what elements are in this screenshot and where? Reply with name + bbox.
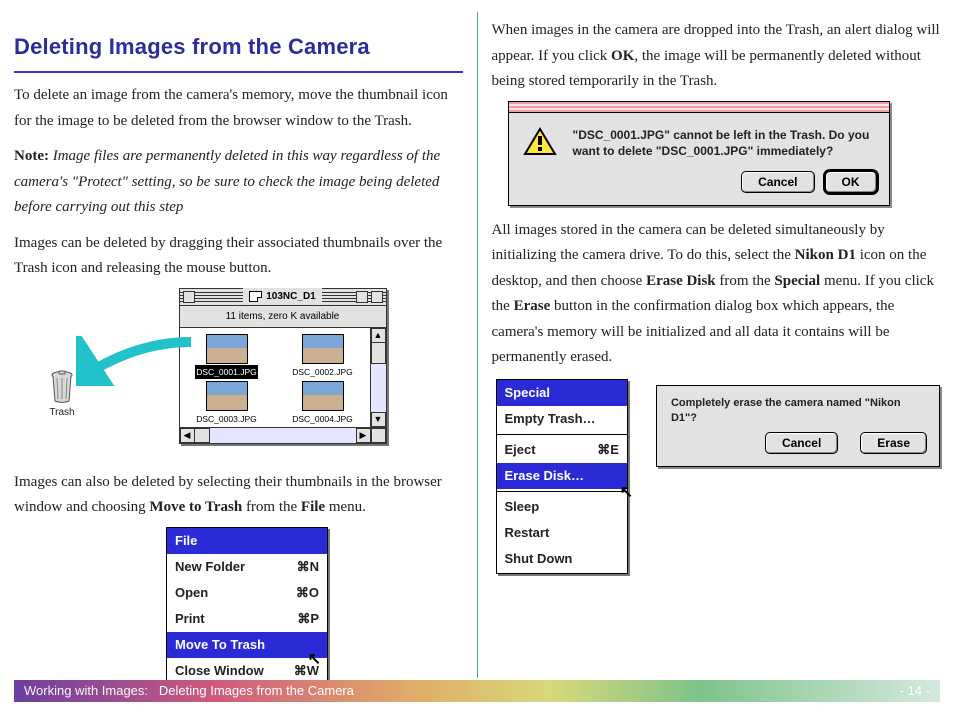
file-menu-item-open[interactable]: Open⌘O xyxy=(167,580,327,606)
page-footer: Working with Images: Deleting Images fro… xyxy=(14,680,940,702)
vertical-scrollbar[interactable]: ▲ ▼ xyxy=(370,328,386,427)
note-label: Note: xyxy=(14,148,49,164)
footer-subsection: Deleting Images from the Camera xyxy=(159,683,354,698)
thumbnail-item[interactable]: DSC_0002.JPG xyxy=(280,334,366,379)
note-paragraph: Note: Image files are permanently delete… xyxy=(14,144,463,221)
menu-separator xyxy=(497,491,627,492)
thumbnail-filename: DSC_0004.JPG xyxy=(292,412,352,426)
thumbnail-image xyxy=(302,381,344,411)
window-zoom-box[interactable] xyxy=(356,291,368,303)
file-menu-item-print[interactable]: Print⌘P xyxy=(167,606,327,632)
window-close-box[interactable] xyxy=(183,291,195,303)
horizontal-scrollbar[interactable]: ◀ ▶ xyxy=(180,427,386,443)
file-menu: File New Folder⌘N Open⌘O Print⌘P Move To… xyxy=(166,527,328,686)
disk-icon xyxy=(249,291,262,302)
thumbnail-item[interactable]: DSC_0003.JPG xyxy=(184,381,270,426)
trash-label: Trash xyxy=(48,404,76,421)
thumbnail-item[interactable]: DSC_0004.JPG xyxy=(280,381,366,426)
thumbnail-image xyxy=(206,334,248,364)
window-title: 103NC_D1 xyxy=(266,288,315,305)
drag-instruction: Images can be deleted by dragging their … xyxy=(14,231,463,282)
special-menu-item-sleep[interactable]: Sleep xyxy=(497,494,627,520)
thumbnail-image xyxy=(302,334,344,364)
thumbnail-filename: DSC_0003.JPG xyxy=(196,412,256,426)
trash-target[interactable]: Trash xyxy=(48,370,76,421)
special-menu-title[interactable]: Special xyxy=(497,380,627,406)
trash-icon xyxy=(48,370,76,404)
erase-confirm-dialog: Completely erase the camera named "Nikon… xyxy=(656,385,940,467)
thumbnail-item[interactable]: DSC_0001.JPG xyxy=(184,334,270,379)
footer-section: Working with Images: xyxy=(24,683,148,698)
thumbnail-filename: DSC_0001.JPG xyxy=(195,365,257,379)
special-menu-item-erase-disk[interactable]: Erase Disk… ↖ xyxy=(497,463,627,489)
special-menu: Special Empty Trash… Eject⌘E Erase Disk…… xyxy=(496,379,628,574)
intro-paragraph: To delete an image from the camera's mem… xyxy=(14,83,463,134)
delete-alert-dialog: "DSC_0001.JPG" cannot be left in the Tra… xyxy=(508,101,890,206)
warning-icon xyxy=(523,127,557,163)
erase-button[interactable]: Erase xyxy=(860,432,927,454)
drag-illustration: 103NC_D1 11 items, zero K available DSC_… xyxy=(14,288,463,460)
alert-message: "DSC_0001.JPG" cannot be left in the Tra… xyxy=(573,127,879,163)
special-menu-item-restart[interactable]: Restart xyxy=(497,520,627,546)
menu-separator xyxy=(497,434,627,435)
special-menu-item-shut-down[interactable]: Shut Down xyxy=(497,546,627,572)
page-title: Deleting Images from the Camera xyxy=(14,28,463,73)
page-number: - 14 - xyxy=(900,680,930,702)
thumbnail-image xyxy=(206,381,248,411)
special-menu-item-eject[interactable]: Eject⌘E xyxy=(497,437,627,463)
thumbnail-filename: DSC_0002.JPG xyxy=(292,365,352,379)
trash-alert-intro: When images in the camera are dropped in… xyxy=(492,18,941,95)
drag-arrow-icon xyxy=(76,336,196,386)
resize-handle[interactable] xyxy=(371,428,386,443)
erase-confirm-message: Completely erase the camera named "Nikon… xyxy=(671,396,925,426)
camera-browser-window: 103NC_D1 11 items, zero K available DSC_… xyxy=(179,288,387,444)
erase-disk-instruction: All images stored in the camera can be d… xyxy=(492,218,941,371)
ok-button[interactable]: OK xyxy=(825,171,877,193)
window-titlebar[interactable]: 103NC_D1 xyxy=(180,289,386,306)
cancel-button[interactable]: Cancel xyxy=(741,171,814,193)
window-status-line: 11 items, zero K available xyxy=(180,306,386,328)
menu-instruction: Images can also be deleted by selecting … xyxy=(14,470,463,521)
note-body: Image files are permanently deleted in t… xyxy=(14,148,440,215)
file-menu-item-new-folder[interactable]: New Folder⌘N xyxy=(167,554,327,580)
cancel-button[interactable]: Cancel xyxy=(765,432,838,454)
special-menu-item-empty-trash[interactable]: Empty Trash… xyxy=(497,406,627,432)
file-menu-item-move-to-trash[interactable]: Move To Trash ↖ xyxy=(167,632,327,658)
alert-titlebar[interactable] xyxy=(509,102,889,113)
file-menu-title[interactable]: File xyxy=(167,528,327,554)
window-collapse-box[interactable] xyxy=(371,291,383,303)
